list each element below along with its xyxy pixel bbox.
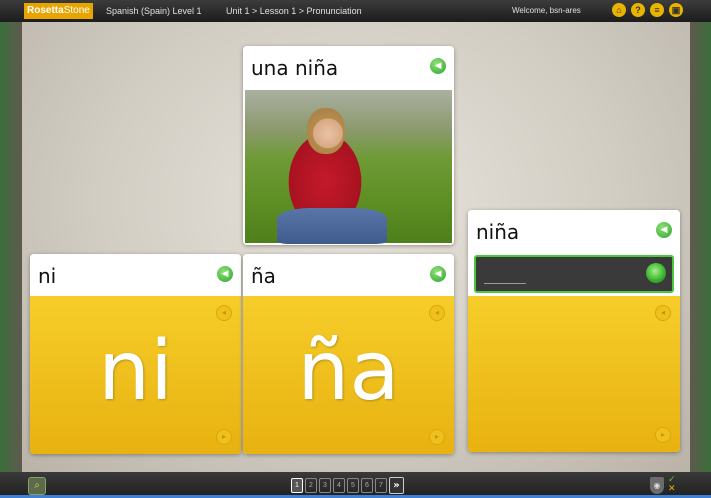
card-title: ña [251, 264, 276, 288]
syllable-big-text: ni [98, 324, 173, 419]
welcome-text: Welcome, bsn-ares [512, 6, 581, 15]
left-edge [0, 22, 22, 472]
page-button[interactable]: 5 [347, 478, 359, 493]
logo-bold: Rosetta [27, 5, 64, 16]
help-icon[interactable]: ? [631, 3, 645, 17]
syllable-card-na[interactable]: ña ◀ ña ◂ ▸ [243, 254, 454, 454]
shield-icon[interactable]: ◉ [650, 476, 664, 494]
right-edge [690, 22, 711, 472]
answer-input[interactable] [474, 255, 674, 293]
image-card[interactable]: una niña ◀ [243, 46, 454, 245]
syllable-card-ni[interactable]: ni ◀ ni ◂ ▸ [30, 254, 241, 454]
card-title: niña [476, 220, 520, 244]
logo-rest: Stone [63, 5, 90, 16]
replay-icon[interactable]: ◂ [655, 305, 671, 321]
next-page-button[interactable]: » [389, 477, 404, 494]
page-button[interactable]: 7 [375, 478, 387, 493]
photo-girl-legs [277, 208, 387, 244]
score-icons: ✓ ✕ [668, 476, 676, 494]
replay-icon[interactable]: ◂ [429, 305, 445, 321]
course-name: Spanish (Spain) Level 1 [106, 6, 202, 16]
speaker-icon[interactable]: ◀ [656, 222, 672, 238]
card-title: ni [38, 264, 57, 288]
page-button[interactable]: 1 [291, 478, 303, 493]
page-button[interactable]: 3 [319, 478, 331, 493]
card-header: ña ◀ [243, 254, 454, 294]
top-bar: RosettaStone Spanish (Spain) Level 1 Uni… [0, 0, 711, 22]
magnifier-icon[interactable]: ⌕ [28, 477, 46, 495]
card-yellow-panel: ◂ ▸ [468, 296, 680, 452]
rosetta-stone-logo: RosettaStone [24, 3, 93, 19]
settings-icon[interactable]: ▣ [669, 3, 683, 17]
speaker-icon[interactable]: ◀ [430, 58, 446, 74]
cross-icon: ✕ [668, 484, 676, 494]
syllable-big-text: ña [297, 324, 400, 419]
pager: 1 2 3 4 5 6 7 » [291, 477, 404, 494]
microphone-icon[interactable] [646, 263, 666, 283]
page-button[interactable]: 2 [305, 478, 317, 493]
photo-girl-head [307, 108, 345, 154]
menu-icon[interactable]: ≡ [650, 3, 664, 17]
play-icon[interactable]: ▸ [216, 429, 232, 445]
page-button[interactable]: 4 [333, 478, 345, 493]
answer-input-underline [484, 283, 526, 284]
card-header: ni ◀ [30, 254, 241, 294]
page-button[interactable]: 6 [361, 478, 373, 493]
play-icon[interactable]: ▸ [655, 427, 671, 443]
speaker-icon[interactable]: ◀ [217, 266, 233, 282]
speaker-icon[interactable]: ◀ [430, 266, 446, 282]
replay-icon[interactable]: ◂ [216, 305, 232, 321]
card-title: una niña [251, 56, 339, 80]
home-icon[interactable]: ⌂ [612, 3, 626, 17]
lesson-stage: una niña ◀ ni ◀ ni ◂ ▸ ña ◀ ña ◂ ▸ niña … [22, 22, 690, 472]
card-header: una niña ◀ [243, 46, 454, 86]
card-yellow-panel: ña ◂ ▸ [243, 296, 454, 454]
breadcrumb: Unit 1 > Lesson 1 > Pronunciation [226, 6, 362, 16]
status-icons: ◉ ✓ ✕ [650, 476, 676, 494]
girl-photo [245, 90, 452, 244]
play-icon[interactable]: ▸ [429, 429, 445, 445]
answer-card[interactable]: niña ◀ ◂ ▸ [468, 210, 680, 452]
toolbar-icons: ⌂ ? ≡ ▣ [612, 3, 683, 17]
card-header: niña ◀ [468, 210, 680, 250]
card-yellow-panel: ni ◂ ▸ [30, 296, 241, 454]
